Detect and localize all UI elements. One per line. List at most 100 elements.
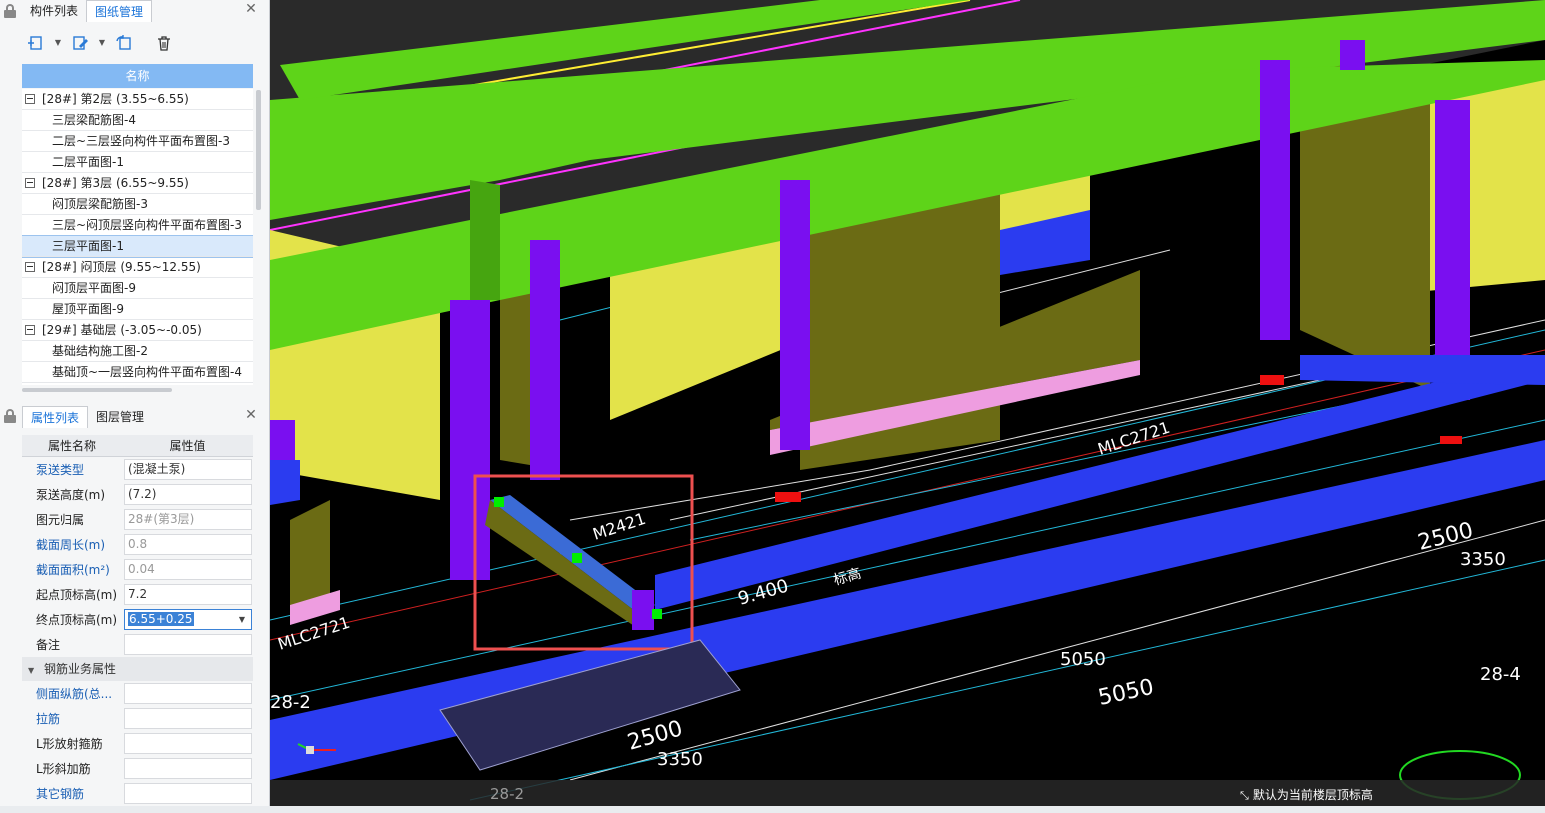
replace-drawing-icon: [116, 35, 131, 50]
property-value-input[interactable]: 0.04: [124, 559, 252, 580]
tab-layer-management[interactable]: 图层管理: [88, 406, 152, 428]
tree-leaf-row[interactable]: 二层~三层竖向构件平面布置图-3: [22, 131, 253, 152]
tab-drawing-management[interactable]: 图纸管理: [86, 0, 153, 22]
property-value-input[interactable]: [124, 758, 252, 779]
property-row: 截面周长(m) 0.8: [22, 532, 253, 557]
tree-row-label: 闷顶层梁配筋图-3: [52, 197, 148, 211]
property-name: 起点顶标高(m): [36, 588, 118, 602]
tree-group-row[interactable]: [28#] 第2层 (3.55~6.55): [22, 89, 253, 110]
tree-leaf-row[interactable]: 屋顶平面图-9: [22, 299, 253, 320]
door-label: MLC2721: [275, 613, 352, 654]
rebar-section-header[interactable]: ▼ 钢筋业务属性: [22, 657, 253, 681]
tree-row-label: 二层~三层竖向构件平面布置图-3: [52, 134, 231, 148]
property-value-input[interactable]: [124, 683, 252, 704]
tree-leaf-row[interactable]: 基础结构施工图-2: [22, 341, 253, 362]
tree-group-row[interactable]: [28#] 闷顶层 (9.55~12.55): [22, 257, 253, 278]
replace-drawing-button[interactable]: [110, 30, 138, 56]
tree-row-label: 三层~闷顶层竖向构件平面布置图-3: [52, 218, 243, 232]
tree-row-label: 三层平面图-1: [52, 239, 124, 253]
collapse-minus-icon[interactable]: [25, 325, 35, 335]
property-row: L形放射箍筋: [22, 731, 253, 756]
3d-viewport[interactable]: 5050 5050 3350 2500 3350 2500 28-4 28-2 …: [270, 0, 1545, 813]
property-grid: 属性名称 属性值 泵送类型 (混凝土泵) 泵送高度(m) (7.2) 图元归属 28#(第…: [22, 435, 253, 806]
tree-header-name: 名称: [22, 64, 253, 88]
tree-leaf-row[interactable]: 闷顶层梁配筋图-3: [22, 194, 253, 215]
pin-lock-icon[interactable]: [4, 4, 16, 18]
dim-label: 3350: [1460, 549, 1506, 570]
property-row: 终点顶标高(m) 6.55+0.25 ▼: [22, 607, 253, 632]
section-title: 钢筋业务属性: [43, 662, 116, 676]
door-label: M2421: [590, 509, 648, 544]
collapse-minus-icon[interactable]: [25, 178, 35, 188]
property-row: 其它钢筋: [22, 781, 253, 806]
property-value-input[interactable]: (7.2): [124, 484, 252, 505]
tab-component-list[interactable]: 构件列表: [22, 0, 86, 22]
collapse-triangle-icon: ▼: [28, 666, 35, 675]
property-value-input[interactable]: 28#(第3层): [124, 509, 252, 530]
property-value-input[interactable]: 7.2: [124, 584, 252, 605]
property-value-input[interactable]: 0.8: [124, 534, 252, 555]
delete-drawing-button[interactable]: [150, 30, 178, 56]
tree-leaf-row[interactable]: 基础顶~一层竖向构件平面布置图-4: [22, 362, 253, 383]
status-hint: ⤡ 默认为当前楼层顶标高: [1240, 786, 1373, 804]
tree-scrollbar-horizontal[interactable]: [22, 388, 172, 392]
property-name: 终点顶标高(m): [36, 613, 118, 627]
tree-row-label: [28#] 第3层 (6.55~9.55): [42, 176, 189, 190]
close-icon[interactable]: ✕: [244, 2, 258, 16]
property-name: L形放射箍筋: [36, 737, 103, 751]
property-value-input[interactable]: [124, 733, 252, 754]
property-row: 截面面积(m²) 0.04: [22, 557, 253, 582]
tab-property-list[interactable]: 属性列表: [22, 406, 89, 428]
tree-leaf-row[interactable]: 三层梁配筋图-4: [22, 110, 253, 131]
tree-group-row[interactable]: [28#] 第3层 (6.55~9.55): [22, 173, 253, 194]
tree-leaf-row[interactable]: 闷顶层平面图-9: [22, 278, 253, 299]
edit-drawing-icon: [73, 36, 88, 50]
dim-label: 5050: [1060, 649, 1106, 670]
tree-scrollbar-vertical[interactable]: [256, 90, 261, 210]
tree-group-row[interactable]: [29#] 基础层 (-3.05~-0.05): [22, 320, 253, 341]
property-row: 图元归属 28#(第3层): [22, 507, 253, 532]
tree-leaf-row[interactable]: 二层平面图-1: [22, 152, 253, 173]
tree-row-label: 二层平面图-1: [52, 155, 124, 169]
elevation-label: 标高: [831, 565, 863, 589]
dropdown-chevron-icon[interactable]: ▼: [239, 610, 245, 629]
property-row: 泵送高度(m) (7.2): [22, 482, 253, 507]
property-row: 拉筋: [22, 706, 253, 731]
close-icon[interactable]: ✕: [244, 408, 258, 422]
property-row: L形斜加筋: [22, 756, 253, 781]
edit-dropdown-chevron-icon[interactable]: ▼: [96, 30, 108, 56]
dim-label: 3350: [657, 749, 703, 770]
column-header-name: 属性名称: [47, 439, 96, 453]
grid-label: 28-2: [270, 692, 311, 713]
tree-leaf-row[interactable]: 三层平面图-1: [22, 235, 253, 258]
property-row: 起点顶标高(m) 7.2: [22, 582, 253, 607]
delete-icon: [158, 36, 170, 51]
property-name: 侧面纵筋(总...: [36, 687, 113, 701]
collapse-minus-icon[interactable]: [25, 94, 35, 104]
bottom-tabbar: 属性列表 图层管理 ✕: [22, 406, 262, 428]
edit-drawing-button[interactable]: [66, 30, 94, 56]
property-name: 备注: [36, 638, 61, 652]
property-grid-header: 属性名称 属性值: [22, 435, 253, 457]
status-text: 默认为当前楼层顶标高: [1252, 788, 1373, 802]
tree-leaf-row[interactable]: 三层~闷顶层竖向构件平面布置图-3: [22, 215, 253, 236]
tree-row-label: [28#] 第2层 (3.55~6.55): [42, 92, 189, 106]
collapse-minus-icon[interactable]: [25, 262, 35, 272]
property-value-input[interactable]: [124, 708, 252, 729]
taskbar-strip: [0, 806, 1545, 813]
grip-mid-handle: [572, 553, 582, 563]
pin-lock-icon[interactable]: [4, 409, 16, 423]
property-value-input[interactable]: (混凝土泵): [124, 459, 252, 480]
tree-row-label: 基础结构施工图-2: [52, 344, 148, 358]
property-value-input[interactable]: [124, 634, 252, 655]
property-name: 图元归属: [36, 513, 85, 527]
drawing-tree: [28#] 第2层 (3.55~6.55) 三层梁配筋图-4 二层~三层竖向构件平面…: [22, 89, 253, 385]
3d-scene[interactable]: 5050 5050 3350 2500 3350 2500 28-4 28-2 …: [270, 0, 1545, 813]
property-row: 备注: [22, 632, 253, 657]
add-drawing-button[interactable]: [22, 30, 50, 56]
property-value-input[interactable]: [124, 783, 252, 804]
add-dropdown-chevron-icon[interactable]: ▼: [52, 30, 64, 56]
tree-row-label: [29#] 基础层 (-3.05~-0.05): [42, 323, 202, 337]
add-drawing-icon: [28, 36, 42, 50]
property-value-input-active[interactable]: 6.55+0.25 ▼: [124, 609, 252, 630]
